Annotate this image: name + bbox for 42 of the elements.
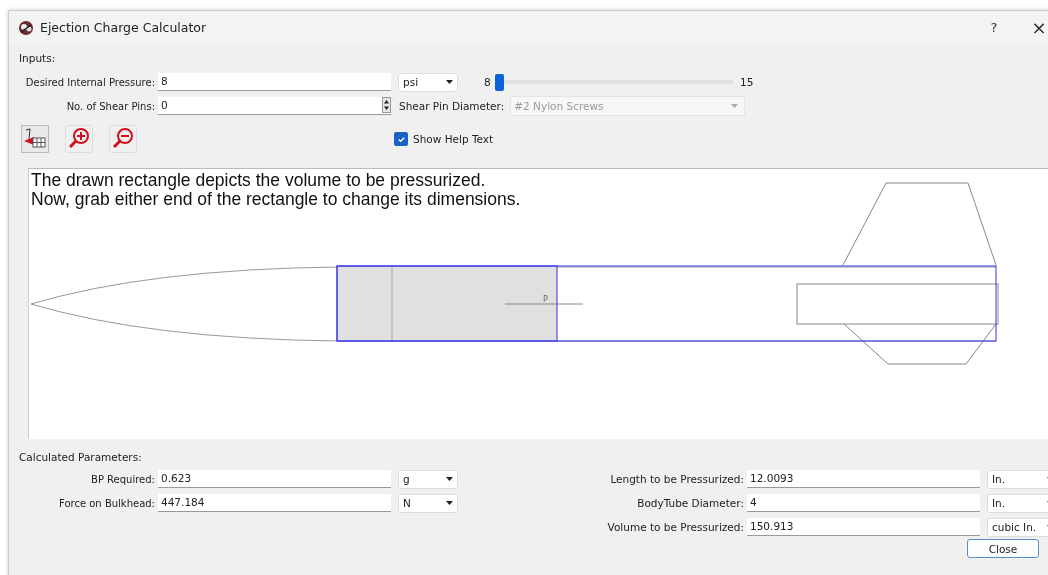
output-field[interactable]: 0.623 [158,470,391,488]
section-heading: Inputs: [19,51,57,66]
spin-field[interactable]: 0 [158,97,391,115]
caret-icon [446,80,453,84]
help-text: Now, grab either end of the rectangle to change its dimensions. [31,190,521,209]
output-field[interactable]: 150.913 [747,518,980,536]
unit-dropdown[interactable]: g [398,469,458,489]
output-field[interactable]: 447.184 [158,494,391,512]
unit-dropdown[interactable]: psi [398,72,458,92]
zoom-out-icon[interactable] [109,125,137,153]
field-label: Length to be Pressurized: [609,473,745,485]
unit-dropdown[interactable]: In. [987,493,1048,513]
app-logo-icon [18,19,34,36]
unit-dropdown[interactable]: cubic In. [987,517,1048,537]
section-heading: Calculated Parameters: [19,450,143,465]
field-label: Shear Pin Diameter: [399,100,505,112]
unit-dropdown[interactable]: In. [987,469,1048,489]
unit-dropdown[interactable]: N [398,493,458,513]
field-label: Desired Internal Pressure: [24,76,156,88]
slider-thumb[interactable] [495,73,504,91]
table-icon[interactable] [21,125,49,153]
caret-icon [446,501,453,505]
close-button[interactable]: Close [967,539,1039,558]
caret-icon [446,477,453,481]
input-field[interactable]: 8 [158,73,391,91]
field-label: Force on Bulkhead: [58,497,156,509]
field-label: No. of Shear Pins: [65,100,156,112]
help-text: The drawn rectangle depicts the volume to be pressurized. [31,171,487,190]
field-label: BP Required: [90,473,156,485]
field-label: Volume to be Pressurized: [606,521,745,533]
output-field[interactable]: 4 [747,494,980,512]
help-button[interactable]: ? [984,20,1004,35]
slider-max-label: 15 [740,76,754,88]
output-field[interactable]: 12.0093 [747,470,980,488]
show-help-checkbox[interactable]: Show Help Text [394,132,494,146]
checkmark-icon [396,134,406,144]
spinner-arrows-icon[interactable] [382,97,391,113]
window-title: Ejection Charge Calculator [40,20,208,35]
caret-icon [731,104,739,108]
slider-min-label: 8 [484,76,492,88]
zoom-in-icon[interactable] [65,125,93,153]
field-label: BodyTube Diameter: [636,497,745,509]
